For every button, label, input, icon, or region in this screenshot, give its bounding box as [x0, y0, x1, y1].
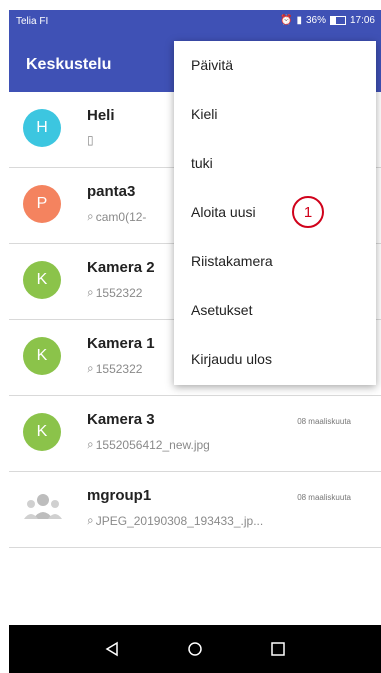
menu-item-logout[interactable]: Kirjaudu ulos	[174, 335, 376, 384]
conversation-name: panta3	[87, 183, 136, 200]
home-icon[interactable]	[184, 638, 206, 660]
conversation-name: Kamera 1	[87, 335, 155, 352]
navigation-bar	[9, 625, 381, 673]
conversation-preview: ⌕ 1552056412_new.jpg	[85, 436, 210, 452]
conversation-name: mgroup1	[87, 487, 152, 504]
conversation-preview: ▯	[87, 133, 94, 147]
conversation-name: Heli	[87, 107, 115, 124]
alarm-icon: ⏰	[279, 15, 293, 26]
carrier-label: Telia FI	[16, 16, 49, 27]
conversation-preview: ⌕ 1552322	[85, 284, 143, 300]
battery-icon	[329, 16, 346, 25]
conversation-date: 08 maaliskuuta	[297, 417, 351, 426]
status-icons: ⏰ ▮ 36% 17:06	[280, 15, 375, 26]
recents-icon[interactable]	[267, 638, 289, 660]
conversation-name: Kamera 2	[87, 259, 155, 276]
menu-item-refresh[interactable]: Päivitä	[174, 41, 376, 90]
conversation-preview: ⌕ JPEG_20190308_193433_.jp...	[85, 512, 264, 528]
menu-item-support[interactable]: tuki	[174, 139, 376, 188]
app-title: Keskustelu	[26, 56, 112, 73]
conversation-preview: ⌕ cam0(12-	[85, 208, 147, 224]
avatar: K	[23, 337, 61, 375]
overflow-menu: Päivitä Kieli tuki Aloita uusi Riistakam…	[174, 41, 376, 385]
signal-icon: ▮	[296, 15, 302, 26]
paperclip-icon: ⌕	[85, 208, 95, 224]
paperclip-icon: ⌕	[85, 512, 95, 528]
clock: 17:06	[349, 15, 375, 26]
group-avatar-icon	[23, 489, 63, 527]
conversation-preview: ⌕ 1552322	[85, 360, 143, 376]
paperclip-icon: ⌕	[85, 360, 95, 376]
menu-item-game-camera[interactable]: Riistakamera	[174, 237, 376, 286]
menu-item-settings[interactable]: Asetukset	[174, 286, 376, 335]
conversation-date: 08 maaliskuuta	[297, 493, 351, 502]
avatar: H	[23, 109, 61, 147]
conversation-name: Kamera 3	[87, 411, 155, 428]
avatar: K	[23, 261, 61, 299]
paperclip-icon: ⌕	[85, 436, 95, 452]
back-icon[interactable]	[101, 638, 123, 660]
phone-screen: Telia FI ⏰ ▮ 36% 17:06 Keskustelu H Heli…	[9, 10, 381, 673]
conversation-row[interactable]: K Kamera 3 08 maaliskuuta ⌕ 1552056412_ne…	[9, 396, 381, 472]
menu-item-start-new[interactable]: Aloita uusi	[174, 188, 376, 237]
paperclip-icon: ⌕	[85, 284, 95, 300]
annotation-marker: 1	[292, 196, 324, 228]
avatar: K	[23, 413, 61, 451]
battery-percent: 36%	[305, 15, 326, 26]
group-icon	[24, 494, 62, 519]
menu-item-language[interactable]: Kieli	[174, 90, 376, 139]
avatar: P	[23, 185, 61, 223]
status-bar: Telia FI ⏰ ▮ 36% 17:06	[9, 10, 381, 32]
conversation-row[interactable]: mgroup1 08 maaliskuuta ⌕ JPEG_20190308_19…	[9, 472, 381, 548]
